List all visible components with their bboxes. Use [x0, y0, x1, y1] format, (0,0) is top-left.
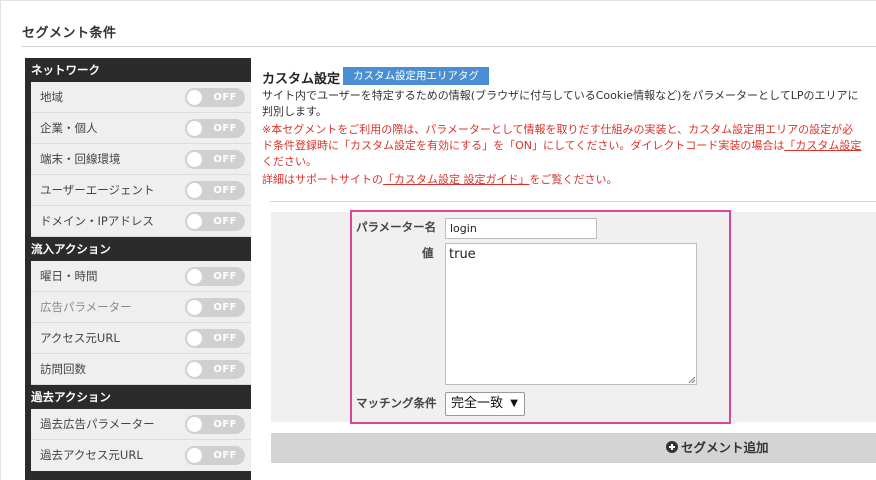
toggle-switch[interactable]: OFF [185, 88, 245, 107]
main-panel: カスタム設定 カスタム設定用エリアタグ サイト内でユーザーを特定するための情報(… [262, 60, 876, 480]
sidebar-item-label: 地域 [40, 90, 63, 104]
sidebar-item-ad-parameter[interactable]: 広告パラメーター OFF [31, 292, 251, 323]
sidebar-item-label: ドメイン・IPアドレス [40, 214, 154, 228]
toggle-knob [187, 300, 202, 315]
category-header-past-action: 過去アクション [25, 385, 251, 409]
sidebar-item-label: 広告パラメーター [40, 300, 132, 314]
toggle-label: OFF [213, 364, 237, 375]
toggle-switch[interactable]: OFF [185, 360, 245, 379]
sidebar-item-past-ad-parameter[interactable]: 過去広告パラメーター OFF [31, 409, 251, 440]
toggle-label: OFF [213, 92, 237, 103]
toggle-switch[interactable]: OFF [185, 181, 245, 200]
add-segment-button[interactable]: セグメント追加 [271, 433, 876, 463]
toggle-knob [187, 417, 202, 432]
toggle-switch[interactable]: OFF [185, 267, 245, 286]
parameter-name-label: パラメーター名 [356, 220, 437, 234]
category-header-inflow-action: 流入アクション [25, 237, 251, 261]
warning-line: ※本セグメントをご利用の際は、パラメーターとして情報を取りだす仕組みの実装と、カ… [262, 123, 854, 136]
toggle-knob [187, 214, 202, 229]
sidebar-item-domain-ip[interactable]: ドメイン・IPアドレス OFF [31, 206, 251, 237]
sidebar: ネットワーク 地域 OFF 企業・個人 OFF 端末・回線環境 OFF ユーザー… [25, 58, 251, 480]
toggle-label: OFF [213, 419, 237, 430]
warning-line: 詳細はサポートサイトの「カスタム設定 設定ガイド」をご覧ください。 [262, 172, 618, 188]
category-header-network: ネットワーク [25, 58, 251, 82]
sidebar-item-region[interactable]: 地域 OFF [31, 82, 251, 113]
warning-line: ください。 [262, 155, 317, 168]
sidebar-item-user-agent[interactable]: ユーザーエージェント OFF [31, 175, 251, 206]
toggle-knob [187, 448, 202, 463]
sidebar-item-label: 過去アクセス元URL [40, 448, 143, 462]
page-title: セグメント条件 [22, 26, 117, 41]
sidebar-item-past-referrer-url[interactable]: 過去アクセス元URL OFF [31, 440, 251, 471]
section-title: カスタム設定 [262, 72, 341, 87]
sidebar-item-label: 訪問回数 [40, 362, 86, 376]
sidebar-item-device-network[interactable]: 端末・回線環境 OFF [31, 144, 251, 175]
toggle-label: OFF [213, 185, 237, 196]
selected-option: 完全一致 [451, 396, 504, 411]
sidebar-item-label: 過去広告パラメーター [40, 417, 155, 431]
toggle-label: OFF [213, 333, 237, 344]
toggle-switch[interactable]: OFF [185, 212, 245, 231]
toggle-label: OFF [213, 302, 237, 313]
sidebar-item-label: 企業・個人 [40, 121, 98, 135]
toggle-knob [187, 269, 202, 284]
warning-text: 詳細はサポートサイトの [262, 173, 383, 186]
toggle-label: OFF [213, 271, 237, 282]
sidebar-item-label: 曜日・時間 [40, 269, 98, 283]
toggle-switch[interactable]: OFF [185, 150, 245, 169]
toggle-knob [187, 152, 202, 167]
description-line: サイト内でユーザーを特定するための情報(ブラウザに付与しているCookie情報な… [262, 89, 859, 102]
add-segment-content: セグメント追加 [666, 433, 769, 463]
toggle-knob [187, 331, 202, 346]
toggle-knob [187, 362, 202, 377]
description-line: 判別します。 [262, 105, 327, 118]
add-segment-label: セグメント追加 [681, 440, 769, 455]
sidebar-item-label: 端末・回線環境 [40, 152, 121, 166]
toggle-label: OFF [213, 123, 237, 134]
toggle-switch[interactable]: OFF [185, 119, 245, 138]
toggle-knob [187, 183, 202, 198]
title-divider [22, 46, 876, 47]
sidebar-item-label: ユーザーエージェント [40, 183, 155, 197]
custom-area-tag-button[interactable]: カスタム設定用エリアタグ [343, 67, 489, 85]
sidebar-item-label: アクセス元URL [40, 331, 120, 345]
sidebar-item-day-time[interactable]: 曜日・時間 OFF [31, 261, 251, 292]
parameter-name-input[interactable] [445, 218, 597, 239]
section-divider [270, 201, 876, 202]
plus-circle-icon [666, 441, 678, 453]
warning-text: ド条件登録時に「カスタム設定を有効にする」を「ON」にしてください。ダイレクトコ… [262, 139, 785, 152]
warning-text: をご覧ください。 [529, 173, 618, 186]
warning-line: ド条件登録時に「カスタム設定を有効にする」を「ON」にしてください。ダイレクトコ… [262, 138, 861, 154]
toggle-label: OFF [213, 154, 237, 165]
setting-guide-link[interactable]: 「カスタム設定 設定ガイド」 [383, 173, 530, 186]
dropdown-arrow-icon: ▼ [510, 398, 518, 409]
toggle-knob [187, 121, 202, 136]
toggle-switch[interactable]: OFF [185, 415, 245, 434]
toggle-switch[interactable]: OFF [185, 446, 245, 465]
toggle-switch[interactable]: OFF [185, 329, 245, 348]
toggle-switch[interactable]: OFF [185, 298, 245, 317]
value-label: 値 [422, 246, 434, 260]
resize-grip-icon[interactable] [688, 376, 696, 384]
toggle-label: OFF [213, 216, 237, 227]
sidebar-item-referrer-url[interactable]: アクセス元URL OFF [31, 323, 251, 354]
highlighted-form-box: パラメーター名 値 true マッチング条件 完全一致 ▼ [350, 210, 731, 424]
condition-form-area: パラメーター名 値 true マッチング条件 完全一致 ▼ [271, 210, 876, 424]
sidebar-item-visit-count[interactable]: 訪問回数 OFF [31, 354, 251, 385]
toggle-knob [187, 90, 202, 105]
matching-condition-select[interactable]: 完全一致 ▼ [445, 392, 525, 416]
toggle-label: OFF [213, 450, 237, 461]
value-textarea[interactable]: true [445, 243, 697, 385]
matching-condition-label: マッチング条件 [356, 396, 437, 410]
custom-setting-link[interactable]: 「カスタム設定 [784, 139, 861, 152]
sidebar-item-company-individual[interactable]: 企業・個人 OFF [31, 113, 251, 144]
